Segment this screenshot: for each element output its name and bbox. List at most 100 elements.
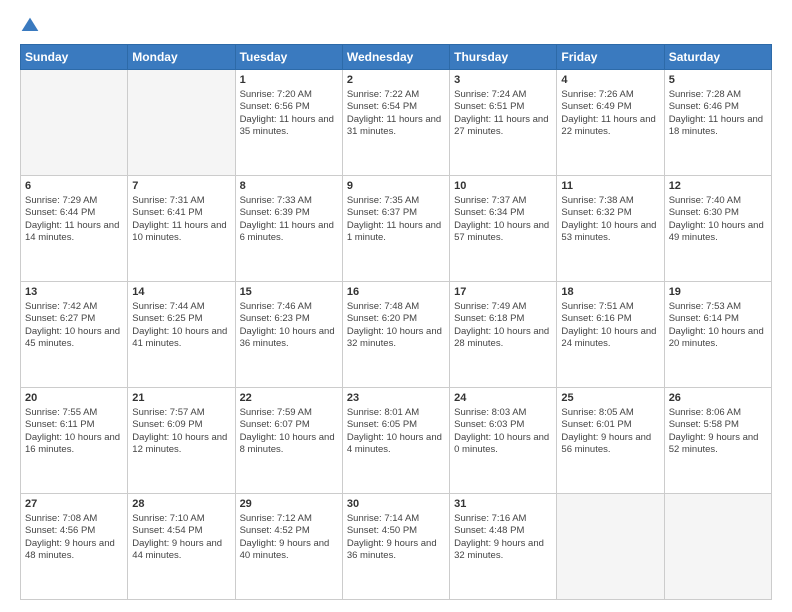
calendar-cell xyxy=(21,70,128,176)
header xyxy=(20,16,772,36)
day-detail: Sunrise: 7:46 AM Sunset: 6:23 PM Dayligh… xyxy=(240,301,338,350)
day-number: 22 xyxy=(240,391,338,406)
day-number: 14 xyxy=(132,285,230,300)
day-detail: Sunrise: 7:10 AM Sunset: 4:54 PM Dayligh… xyxy=(132,513,230,562)
day-detail: Sunrise: 7:44 AM Sunset: 6:25 PM Dayligh… xyxy=(132,301,230,350)
day-number: 6 xyxy=(25,179,123,194)
day-number: 24 xyxy=(454,391,552,406)
calendar-cell: 10Sunrise: 7:37 AM Sunset: 6:34 PM Dayli… xyxy=(450,176,557,282)
logo xyxy=(20,16,42,36)
calendar-cell: 24Sunrise: 8:03 AM Sunset: 6:03 PM Dayli… xyxy=(450,388,557,494)
calendar-cell: 2Sunrise: 7:22 AM Sunset: 6:54 PM Daylig… xyxy=(342,70,449,176)
weekday-header-tuesday: Tuesday xyxy=(235,45,342,70)
weekday-header-sunday: Sunday xyxy=(21,45,128,70)
day-number: 17 xyxy=(454,285,552,300)
weekday-header-saturday: Saturday xyxy=(664,45,771,70)
day-detail: Sunrise: 7:28 AM Sunset: 6:46 PM Dayligh… xyxy=(669,89,767,138)
day-number: 15 xyxy=(240,285,338,300)
day-detail: Sunrise: 7:51 AM Sunset: 6:16 PM Dayligh… xyxy=(561,301,659,350)
day-number: 12 xyxy=(669,179,767,194)
day-number: 3 xyxy=(454,73,552,88)
day-number: 29 xyxy=(240,497,338,512)
day-number: 31 xyxy=(454,497,552,512)
calendar-cell: 14Sunrise: 7:44 AM Sunset: 6:25 PM Dayli… xyxy=(128,282,235,388)
day-number: 8 xyxy=(240,179,338,194)
day-number: 27 xyxy=(25,497,123,512)
day-number: 2 xyxy=(347,73,445,88)
calendar-cell: 17Sunrise: 7:49 AM Sunset: 6:18 PM Dayli… xyxy=(450,282,557,388)
day-detail: Sunrise: 8:06 AM Sunset: 5:58 PM Dayligh… xyxy=(669,407,767,456)
calendar-cell: 26Sunrise: 8:06 AM Sunset: 5:58 PM Dayli… xyxy=(664,388,771,494)
weekday-header-friday: Friday xyxy=(557,45,664,70)
calendar-cell: 18Sunrise: 7:51 AM Sunset: 6:16 PM Dayli… xyxy=(557,282,664,388)
day-detail: Sunrise: 7:24 AM Sunset: 6:51 PM Dayligh… xyxy=(454,89,552,138)
day-detail: Sunrise: 7:22 AM Sunset: 6:54 PM Dayligh… xyxy=(347,89,445,138)
day-number: 7 xyxy=(132,179,230,194)
calendar-cell: 6Sunrise: 7:29 AM Sunset: 6:44 PM Daylig… xyxy=(21,176,128,282)
calendar-cell: 13Sunrise: 7:42 AM Sunset: 6:27 PM Dayli… xyxy=(21,282,128,388)
calendar-cell: 21Sunrise: 7:57 AM Sunset: 6:09 PM Dayli… xyxy=(128,388,235,494)
day-number: 9 xyxy=(347,179,445,194)
day-detail: Sunrise: 8:03 AM Sunset: 6:03 PM Dayligh… xyxy=(454,407,552,456)
header-row: SundayMondayTuesdayWednesdayThursdayFrid… xyxy=(21,45,772,70)
calendar-cell: 15Sunrise: 7:46 AM Sunset: 6:23 PM Dayli… xyxy=(235,282,342,388)
calendar-cell: 3Sunrise: 7:24 AM Sunset: 6:51 PM Daylig… xyxy=(450,70,557,176)
week-row-3: 13Sunrise: 7:42 AM Sunset: 6:27 PM Dayli… xyxy=(21,282,772,388)
day-detail: Sunrise: 8:05 AM Sunset: 6:01 PM Dayligh… xyxy=(561,407,659,456)
calendar-cell: 27Sunrise: 7:08 AM Sunset: 4:56 PM Dayli… xyxy=(21,494,128,600)
calendar-cell: 7Sunrise: 7:31 AM Sunset: 6:41 PM Daylig… xyxy=(128,176,235,282)
calendar-cell: 8Sunrise: 7:33 AM Sunset: 6:39 PM Daylig… xyxy=(235,176,342,282)
day-detail: Sunrise: 7:20 AM Sunset: 6:56 PM Dayligh… xyxy=(240,89,338,138)
calendar-cell: 9Sunrise: 7:35 AM Sunset: 6:37 PM Daylig… xyxy=(342,176,449,282)
calendar-cell: 20Sunrise: 7:55 AM Sunset: 6:11 PM Dayli… xyxy=(21,388,128,494)
calendar-cell: 31Sunrise: 7:16 AM Sunset: 4:48 PM Dayli… xyxy=(450,494,557,600)
day-number: 25 xyxy=(561,391,659,406)
calendar-cell xyxy=(128,70,235,176)
day-detail: Sunrise: 7:59 AM Sunset: 6:07 PM Dayligh… xyxy=(240,407,338,456)
day-number: 13 xyxy=(25,285,123,300)
day-number: 26 xyxy=(669,391,767,406)
calendar-cell: 28Sunrise: 7:10 AM Sunset: 4:54 PM Dayli… xyxy=(128,494,235,600)
day-number: 4 xyxy=(561,73,659,88)
calendar-cell: 29Sunrise: 7:12 AM Sunset: 4:52 PM Dayli… xyxy=(235,494,342,600)
calendar-cell xyxy=(557,494,664,600)
calendar-cell xyxy=(664,494,771,600)
day-detail: Sunrise: 7:35 AM Sunset: 6:37 PM Dayligh… xyxy=(347,195,445,244)
day-detail: Sunrise: 7:14 AM Sunset: 4:50 PM Dayligh… xyxy=(347,513,445,562)
day-detail: Sunrise: 7:26 AM Sunset: 6:49 PM Dayligh… xyxy=(561,89,659,138)
day-detail: Sunrise: 7:48 AM Sunset: 6:20 PM Dayligh… xyxy=(347,301,445,350)
calendar-cell: 5Sunrise: 7:28 AM Sunset: 6:46 PM Daylig… xyxy=(664,70,771,176)
day-detail: Sunrise: 7:37 AM Sunset: 6:34 PM Dayligh… xyxy=(454,195,552,244)
calendar-cell: 1Sunrise: 7:20 AM Sunset: 6:56 PM Daylig… xyxy=(235,70,342,176)
day-number: 1 xyxy=(240,73,338,88)
day-number: 19 xyxy=(669,285,767,300)
calendar-cell: 30Sunrise: 7:14 AM Sunset: 4:50 PM Dayli… xyxy=(342,494,449,600)
calendar-cell: 23Sunrise: 8:01 AM Sunset: 6:05 PM Dayli… xyxy=(342,388,449,494)
day-number: 23 xyxy=(347,391,445,406)
day-number: 18 xyxy=(561,285,659,300)
day-detail: Sunrise: 7:55 AM Sunset: 6:11 PM Dayligh… xyxy=(25,407,123,456)
weekday-header-wednesday: Wednesday xyxy=(342,45,449,70)
day-detail: Sunrise: 7:08 AM Sunset: 4:56 PM Dayligh… xyxy=(25,513,123,562)
day-detail: Sunrise: 7:53 AM Sunset: 6:14 PM Dayligh… xyxy=(669,301,767,350)
day-detail: Sunrise: 7:29 AM Sunset: 6:44 PM Dayligh… xyxy=(25,195,123,244)
week-row-2: 6Sunrise: 7:29 AM Sunset: 6:44 PM Daylig… xyxy=(21,176,772,282)
day-number: 28 xyxy=(132,497,230,512)
week-row-4: 20Sunrise: 7:55 AM Sunset: 6:11 PM Dayli… xyxy=(21,388,772,494)
calendar-cell: 19Sunrise: 7:53 AM Sunset: 6:14 PM Dayli… xyxy=(664,282,771,388)
day-detail: Sunrise: 7:42 AM Sunset: 6:27 PM Dayligh… xyxy=(25,301,123,350)
calendar-cell: 25Sunrise: 8:05 AM Sunset: 6:01 PM Dayli… xyxy=(557,388,664,494)
calendar-cell: 4Sunrise: 7:26 AM Sunset: 6:49 PM Daylig… xyxy=(557,70,664,176)
weekday-header-monday: Monday xyxy=(128,45,235,70)
day-detail: Sunrise: 7:16 AM Sunset: 4:48 PM Dayligh… xyxy=(454,513,552,562)
day-detail: Sunrise: 7:49 AM Sunset: 6:18 PM Dayligh… xyxy=(454,301,552,350)
day-number: 20 xyxy=(25,391,123,406)
day-detail: Sunrise: 7:12 AM Sunset: 4:52 PM Dayligh… xyxy=(240,513,338,562)
day-detail: Sunrise: 7:57 AM Sunset: 6:09 PM Dayligh… xyxy=(132,407,230,456)
calendar-cell: 11Sunrise: 7:38 AM Sunset: 6:32 PM Dayli… xyxy=(557,176,664,282)
week-row-1: 1Sunrise: 7:20 AM Sunset: 6:56 PM Daylig… xyxy=(21,70,772,176)
calendar-cell: 16Sunrise: 7:48 AM Sunset: 6:20 PM Dayli… xyxy=(342,282,449,388)
day-detail: Sunrise: 7:31 AM Sunset: 6:41 PM Dayligh… xyxy=(132,195,230,244)
weekday-header-thursday: Thursday xyxy=(450,45,557,70)
logo-icon xyxy=(20,16,40,36)
